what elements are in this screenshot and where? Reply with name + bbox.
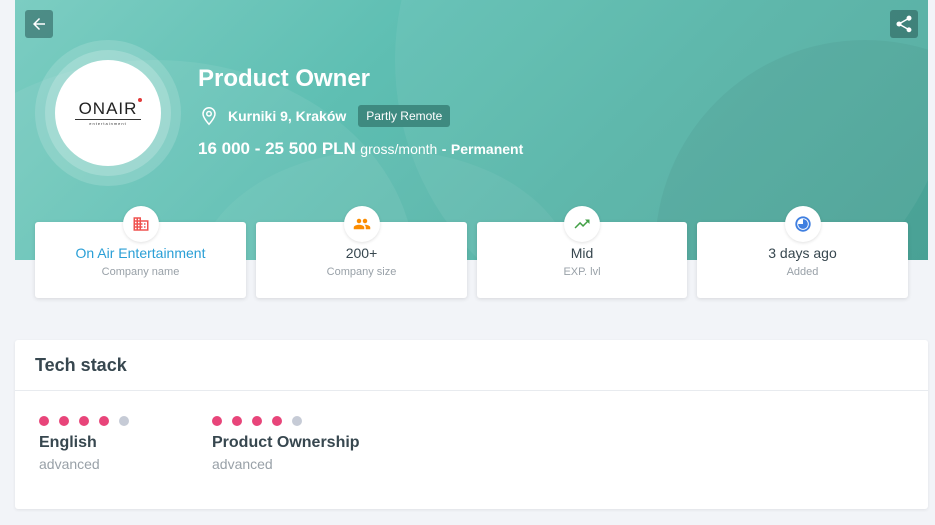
job-title: Product Owner	[198, 65, 371, 92]
skill-name: Product Ownership	[212, 434, 360, 451]
people-icon	[353, 218, 370, 230]
skill-level: advanced	[39, 456, 100, 472]
rating-dot-filled	[39, 416, 49, 426]
experience-level-value: Mid	[570, 245, 594, 261]
company-name-card: On Air Entertainment Company name	[35, 206, 246, 298]
salary-separator: -	[441, 141, 447, 157]
share-icon	[896, 15, 912, 33]
added-date-label: Added	[786, 266, 819, 278]
added-date-value: 3 days ago	[768, 245, 837, 261]
share-button[interactable]	[890, 10, 918, 38]
back-button[interactable]	[25, 10, 53, 38]
location-text: Kurniki 9, Kraków	[228, 108, 347, 124]
skill-rating	[39, 416, 129, 426]
card-icon-badge	[784, 206, 821, 242]
rating-dot-filled	[252, 416, 262, 426]
logo-wordmark: ONAIR	[78, 98, 143, 118]
tech-stack-title: Tech stack	[35, 354, 127, 375]
rating-dot-filled	[232, 416, 242, 426]
map-pin-icon	[202, 106, 216, 126]
salary-line: 16 000 - 25 500 PLN gross/month - Perman…	[198, 139, 523, 159]
card-icon-badge	[343, 206, 380, 242]
logo-subtext: entertainment	[89, 121, 127, 126]
rating-dot-filled	[272, 416, 282, 426]
rating-dot-filled	[79, 416, 89, 426]
salary-amount: 16 000 - 25 500 PLN	[198, 139, 356, 158]
logo-dot	[138, 98, 143, 102]
skill-item: Product Ownership advanced	[212, 416, 360, 472]
skill-rating	[212, 416, 360, 426]
card-icon-badge	[122, 206, 159, 242]
tech-stack-header: Tech stack	[15, 340, 928, 391]
rating-dot-empty	[292, 416, 302, 426]
company-name-link[interactable]: On Air Entertainment	[35, 245, 246, 261]
card-icon-badge	[564, 206, 600, 242]
tech-stack-panel: Tech stack English advanced Product Owne…	[15, 340, 928, 509]
company-size-label: Company size	[326, 266, 397, 278]
trending-up-icon	[574, 219, 590, 229]
experience-level-label: EXP. lvl	[563, 266, 601, 278]
location-row: Kurniki 9, Kraków Partly Remote	[200, 104, 451, 128]
building-icon	[133, 217, 148, 231]
company-name-label: Company name	[101, 266, 180, 278]
experience-level-card: Mid EXP. lvl	[477, 206, 687, 298]
skill-name: English	[39, 434, 97, 451]
rating-dot-filled	[99, 416, 109, 426]
clock-icon	[794, 216, 811, 232]
skill-level: advanced	[212, 456, 273, 472]
logo-underline	[75, 119, 141, 120]
company-size-value: 200+	[345, 245, 378, 261]
company-size-card: 200+ Company size	[256, 206, 467, 298]
company-logo: ONAIR entertainment	[55, 60, 161, 166]
salary-period: gross/month	[360, 141, 438, 157]
skill-item: English advanced	[39, 416, 129, 472]
employment-type: Permanent	[450, 141, 524, 157]
rating-dot-filled	[59, 416, 69, 426]
rating-dot-empty	[119, 416, 129, 426]
added-date-card: 3 days ago Added	[697, 206, 908, 298]
arrow-left-icon	[33, 18, 45, 30]
rating-dot-filled	[212, 416, 222, 426]
remote-badge: Partly Remote	[358, 105, 451, 127]
logo-text: ONAIR	[78, 99, 138, 118]
